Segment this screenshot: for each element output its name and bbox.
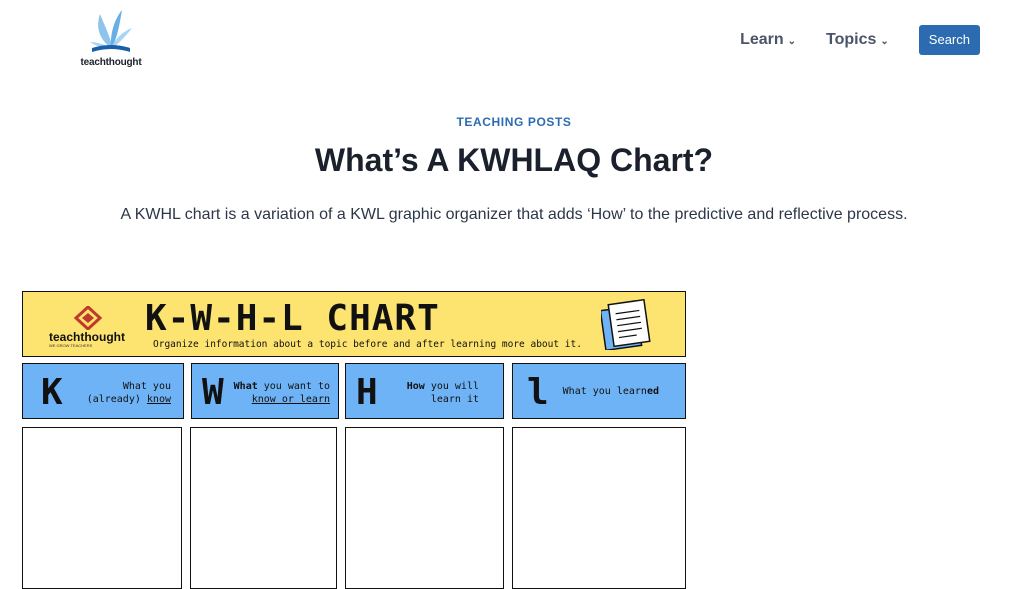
column-l-box	[512, 427, 686, 589]
teachthought-mark-icon	[73, 306, 103, 330]
column-letter: H	[356, 372, 378, 413]
logo-text: teachthought	[80, 57, 142, 68]
nav-learn[interactable]: Learn ⌄	[740, 31, 796, 49]
notes-icon	[601, 298, 651, 350]
chevron-down-icon: ⌄	[787, 36, 797, 47]
banner-logo-tagline: WE GROW TEACHERS	[49, 343, 93, 348]
column-w-header: W What you want to know or learn	[191, 363, 339, 419]
column-desc-line2: learn it	[430, 394, 479, 405]
nav-learn-label: Learn	[740, 31, 784, 48]
column-l-header: l What you learned	[512, 363, 686, 419]
category-link[interactable]: TEACHING POSTS	[0, 115, 1028, 129]
column-description: What you want to know or learn	[234, 380, 330, 406]
featured-image-kwhl-chart: teachthought WE GROW TEACHERS K-W-H-L CH…	[22, 291, 687, 589]
column-desc-underlined: know	[146, 394, 171, 405]
column-desc-line1: you will	[424, 381, 479, 392]
column-desc-line1: What you learn	[562, 386, 647, 397]
chart-banner: teachthought WE GROW TEACHERS K-W-H-L CH…	[22, 291, 686, 357]
nav-topics-label: Topics	[826, 31, 877, 48]
column-letter: K	[41, 372, 63, 413]
page-title: What’s A KWHLAQ Chart?	[314, 142, 714, 178]
column-k-header: K What you (already) know	[22, 363, 184, 419]
chart-subtitle: Organize information about a topic befor…	[153, 339, 582, 350]
main-nav: Learn ⌄ Topics ⌄ Search	[740, 25, 980, 55]
column-w-box	[190, 427, 337, 589]
column-letter: W	[202, 372, 224, 413]
banner-logo: teachthought WE GROW TEACHERS	[49, 306, 129, 348]
search-button[interactable]: Search	[918, 25, 980, 55]
column-k-box	[22, 427, 182, 589]
column-description: How you will learn it	[407, 380, 479, 406]
banner-logo-text: teachthought	[49, 330, 125, 344]
logo-leaf-icon	[90, 10, 132, 52]
site-logo[interactable]: teachthought	[78, 8, 144, 72]
column-desc-bold: What	[233, 381, 258, 392]
column-desc-line2: (already)	[86, 394, 147, 405]
nav-topics[interactable]: Topics ⌄	[826, 31, 889, 49]
column-desc-bold: How	[406, 381, 425, 392]
column-description: What you (already) know	[87, 380, 171, 406]
column-letter: l	[527, 372, 549, 413]
column-h-box	[345, 427, 504, 589]
chevron-down-icon: ⌄	[880, 36, 889, 47]
column-desc-line1: What you	[122, 381, 171, 392]
column-desc-underlined: know or learn	[251, 394, 330, 405]
chart-title: K-W-H-L CHART	[145, 298, 440, 339]
column-h-header: H How you will learn it	[345, 363, 504, 419]
article-excerpt: A KWHL chart is a variation of a KWL gra…	[120, 206, 908, 223]
column-desc-line1: you want to	[257, 381, 330, 392]
column-description: What you learned	[563, 385, 659, 398]
column-desc-bold: ed	[646, 386, 659, 397]
